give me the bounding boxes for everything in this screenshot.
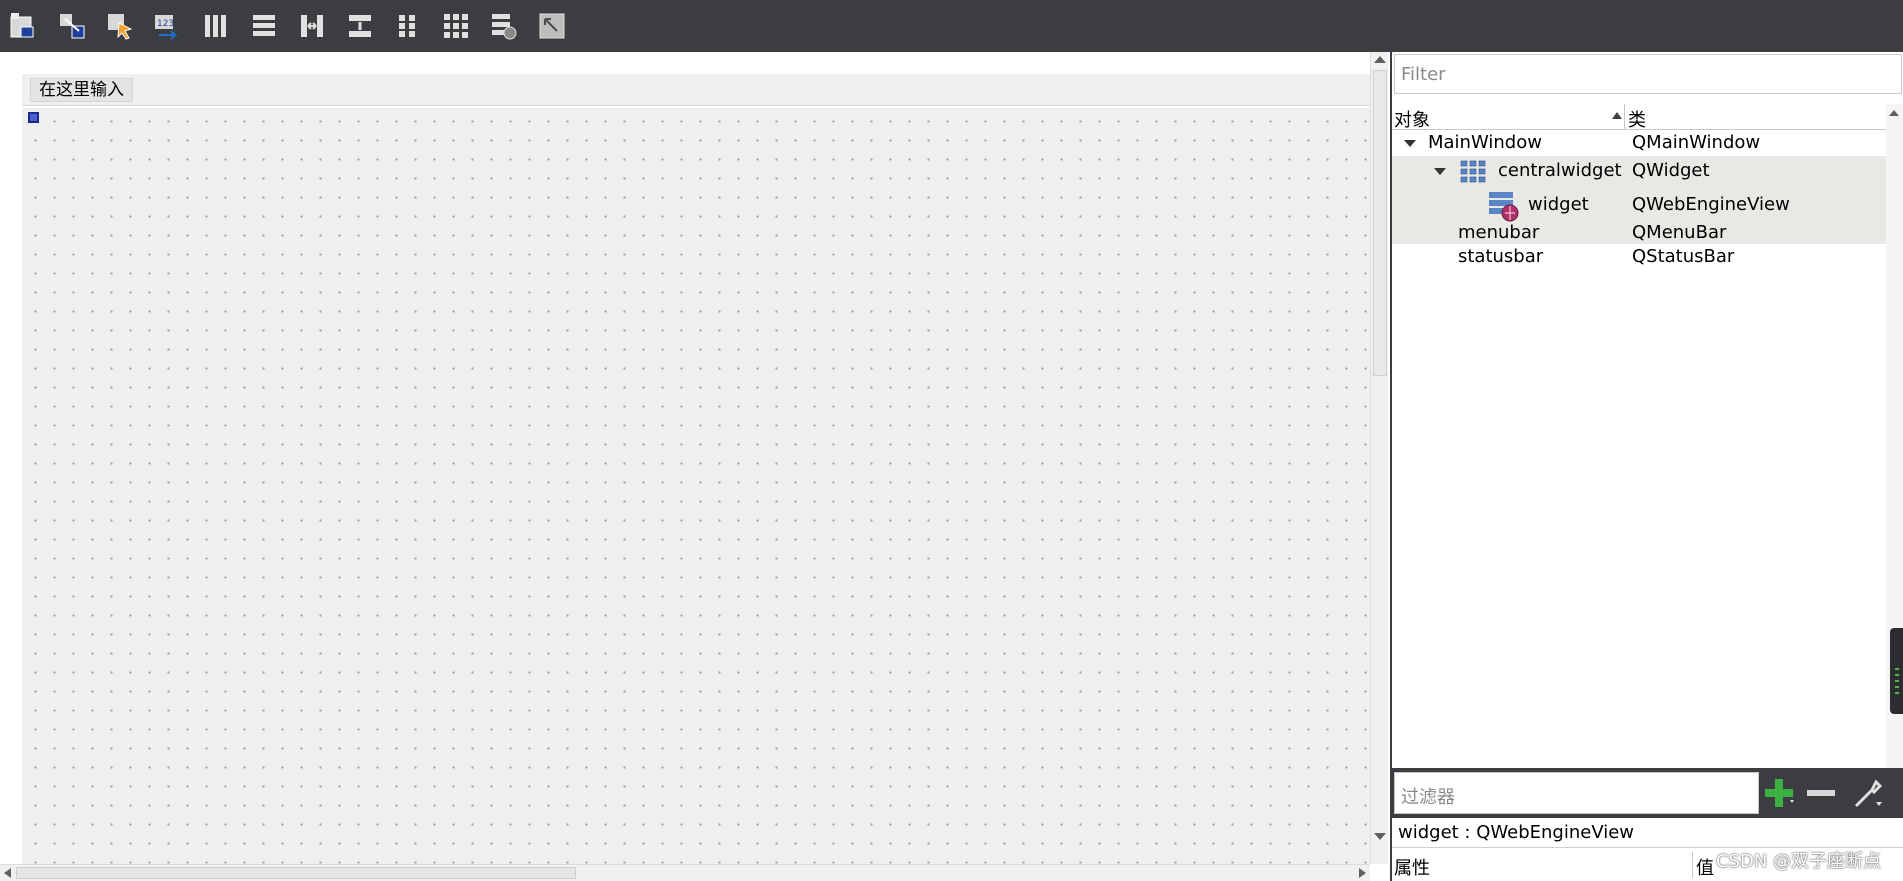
object-class: QMainWindow (1632, 132, 1761, 153)
editor-horizontal-scrollbar[interactable] (0, 864, 1370, 881)
tree-header: 对象 类 (1392, 104, 1886, 132)
header-class[interactable]: 类 (1628, 106, 1646, 132)
watermark-text: CSDN @双子座断点 (1716, 851, 1882, 872)
tree-row-mainwindow[interactable]: MainWindow QMainWindow (1392, 132, 1886, 156)
qt-designer-window: 123 在这里输入 Filter 对象 类 MainWindow QMainWi… (0, 0, 1903, 881)
layout-vertical-button[interactable] (244, 6, 284, 46)
scroll-up-icon[interactable] (1889, 110, 1899, 116)
scroll-up-icon[interactable] (1374, 56, 1386, 63)
expand-arrow-icon[interactable] (1434, 168, 1446, 175)
edit-buddies-button[interactable] (100, 6, 140, 46)
sort-ascending-icon (1612, 112, 1622, 119)
layout-vertical-icon (253, 15, 275, 36)
adjust-size-icon (539, 13, 565, 39)
expand-arrow-icon[interactable] (1404, 140, 1416, 147)
object-filter-placeholder: Filter (1401, 64, 1446, 85)
header-divider (1692, 852, 1693, 878)
scroll-thumb-horizontal[interactable] (16, 867, 576, 879)
svg-text:123: 123 (157, 19, 174, 29)
handle-grip (1895, 686, 1899, 688)
wrench-icon (1854, 779, 1883, 808)
layout-horizontal-splitter-button[interactable] (292, 6, 332, 46)
object-inspector-tree: 对象 类 MainWindow QMainWindow centralwidge… (1392, 104, 1886, 816)
grid-layout-widget-icon (1460, 160, 1486, 183)
object-name: widget (1528, 194, 1589, 215)
layout-form-button[interactable] (388, 6, 428, 46)
web-engine-view-icon (1489, 192, 1519, 222)
handle-grip (1895, 674, 1899, 676)
scroll-left-icon[interactable] (4, 868, 11, 878)
add-property-button[interactable] (1762, 776, 1796, 810)
tree-row-centralwidget[interactable]: centralwidget QWidget (1392, 156, 1886, 188)
object-class: QWebEngineView (1632, 194, 1790, 215)
header-object[interactable]: 对象 (1394, 106, 1430, 132)
right-dock: Filter 对象 类 MainWindow QMainWindow centr… (1390, 52, 1903, 881)
handle-grip (1895, 668, 1899, 670)
handle-grip (1895, 680, 1899, 682)
tree-row-widget[interactable]: widget QWebEngineView (1392, 188, 1886, 222)
buddies-icon (108, 14, 133, 40)
scroll-thumb[interactable] (1373, 70, 1387, 376)
form-canvas[interactable] (22, 108, 1370, 864)
header-property[interactable]: 属性 (1394, 854, 1430, 880)
dock-edge-handle[interactable] (1890, 628, 1903, 714)
form-editor-area: 在这里输入 (0, 52, 1370, 864)
layout-horizontal-icon (205, 15, 226, 37)
layout-horizontal-button[interactable] (196, 6, 236, 46)
adjust-size-button[interactable] (532, 6, 572, 46)
handle-grip (1895, 692, 1899, 694)
object-class: QMenuBar (1632, 222, 1727, 243)
property-editor-title: widget : QWebEngineView (1392, 818, 1903, 848)
selection-handle[interactable] (28, 112, 39, 123)
tree-row-statusbar[interactable]: statusbar QStatusBar (1392, 246, 1886, 268)
signals-slots-icon (60, 14, 85, 39)
property-filter-placeholder: 过滤器 (1401, 787, 1455, 808)
break-layout-button[interactable] (484, 6, 524, 46)
header-value[interactable]: 值 (1696, 854, 1714, 880)
menu-type-here[interactable]: 在这里输入 (30, 78, 133, 102)
object-class: QWidget (1632, 160, 1710, 181)
tree-row-menubar[interactable]: menubar QMenuBar (1392, 222, 1886, 244)
scroll-down-icon[interactable] (1374, 833, 1386, 840)
layout-grid-button[interactable] (436, 6, 476, 46)
v-splitter-icon (349, 15, 371, 37)
plus-icon (1765, 779, 1794, 807)
object-class: QStatusBar (1632, 246, 1735, 267)
h-splitter-icon (301, 15, 323, 37)
object-name: menubar (1458, 222, 1540, 243)
edit-tab-order-button[interactable]: 123 (148, 6, 188, 46)
edit-signals-slots-button[interactable] (52, 6, 92, 46)
layout-vertical-splitter-button[interactable] (340, 6, 380, 46)
form-menubar: 在这里输入 (22, 74, 1370, 106)
minus-icon (1807, 790, 1835, 796)
property-editor-toolbar: 过滤器 (1392, 768, 1903, 818)
object-name: centralwidget (1498, 160, 1622, 181)
edit-widgets-icon (10, 13, 34, 38)
tab-order-icon: 123 (155, 15, 178, 40)
header-divider (1624, 104, 1625, 130)
break-layout-icon (492, 14, 517, 40)
grid-layout-icon (444, 14, 468, 38)
scroll-right-icon[interactable] (1359, 868, 1366, 878)
editor-vertical-scrollbar[interactable] (1370, 52, 1388, 864)
designer-toolbar: 123 (0, 0, 1903, 52)
remove-property-button[interactable] (1804, 776, 1838, 810)
form-layout-icon (399, 15, 415, 37)
configure-button[interactable] (1850, 776, 1884, 810)
object-name: statusbar (1458, 246, 1544, 267)
object-name: MainWindow (1428, 132, 1542, 153)
property-filter-input[interactable]: 过滤器 (1394, 772, 1759, 814)
object-filter-input[interactable]: Filter (1394, 54, 1902, 94)
edit-widgets-button[interactable] (4, 6, 44, 46)
